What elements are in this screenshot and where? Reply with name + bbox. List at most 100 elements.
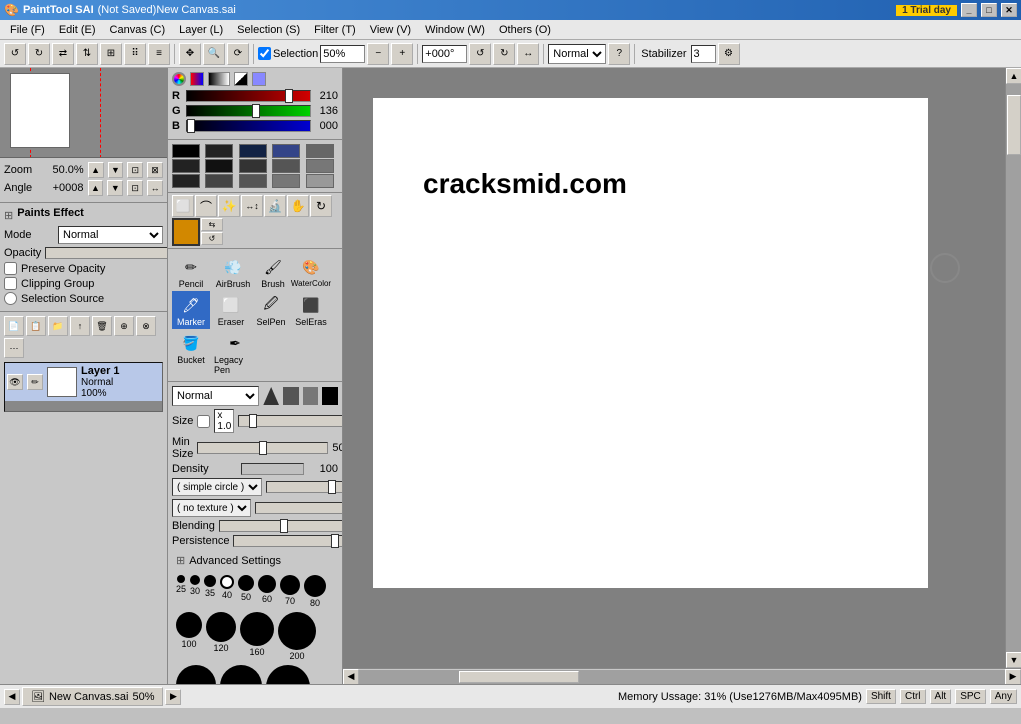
angle-reset-btn[interactable]: ⊡	[127, 180, 143, 196]
rotate-view-btn[interactable]: ↻	[310, 195, 332, 217]
swatch-4[interactable]	[306, 144, 334, 158]
brush-size-350[interactable]: 350	[266, 665, 310, 684]
brush-size-25[interactable]: 25	[176, 575, 186, 608]
menu-others[interactable]: Others (O)	[493, 22, 557, 38]
menu-view[interactable]: View (V)	[364, 22, 417, 38]
selpen-btn[interactable]: 🖉 SelPen	[252, 291, 290, 329]
clipping-group-check[interactable]	[4, 277, 17, 290]
brush-shape-sq[interactable]	[303, 387, 319, 405]
r-slider-track[interactable]	[186, 90, 311, 102]
rot-ccw[interactable]: ↺	[469, 43, 491, 65]
zoom-input[interactable]	[320, 45, 365, 63]
new-folder-btn[interactable]: 📁	[48, 316, 68, 336]
zoom-fit-btn[interactable]: ⊠	[147, 162, 163, 178]
hscroll-thumb[interactable]	[459, 671, 579, 683]
shift-key-btn[interactable]: Shift	[866, 689, 896, 704]
eyedropper-btn[interactable]: 🔬	[264, 195, 286, 217]
lines-btn[interactable]: ≡	[148, 43, 170, 65]
rotate-canvas-btn[interactable]: ⟳	[227, 43, 249, 65]
zoom-in-btn[interactable]: 🔍	[203, 43, 225, 65]
color-rgb-btn[interactable]	[190, 72, 204, 86]
swatch-10[interactable]	[172, 174, 200, 188]
brush-size-70[interactable]: 70	[280, 575, 300, 608]
texture-select[interactable]: ( no texture )	[172, 499, 251, 517]
brush-size-35[interactable]: 35	[204, 575, 216, 608]
menu-canvas[interactable]: Canvas (C)	[104, 22, 172, 38]
brush-size-100[interactable]: 100	[176, 612, 202, 661]
color-grid-btn[interactable]	[208, 72, 230, 86]
swatch-11[interactable]	[205, 174, 233, 188]
vscroll-up-btn[interactable]: ▲	[1006, 68, 1021, 84]
hscroll-right-btn[interactable]: ▶	[1005, 669, 1021, 685]
brush-shape-dark[interactable]	[322, 387, 338, 405]
eraser-btn[interactable]: ⬜ Eraser	[212, 291, 250, 329]
brush-size-60[interactable]: 60	[258, 575, 276, 608]
menu-layer[interactable]: Layer (L)	[173, 22, 229, 38]
watercolor-btn[interactable]: 🎨 WaterColor	[292, 253, 330, 291]
blending-slider[interactable]	[219, 520, 342, 532]
brush-size-300[interactable]: 300	[220, 665, 262, 684]
move-btn[interactable]: ↔↕	[241, 195, 263, 217]
color-wheel-btn[interactable]	[172, 72, 186, 86]
close-btn[interactable]: ✕	[1001, 3, 1017, 17]
swatch-6[interactable]	[205, 159, 233, 173]
swatch-1[interactable]	[205, 144, 233, 158]
menu-window[interactable]: Window (W)	[419, 22, 491, 38]
flip-h-btn[interactable]: ⇄	[52, 43, 74, 65]
stabilizer-input[interactable]	[691, 45, 716, 63]
stabilizer-settings[interactable]: ⚙	[718, 43, 740, 65]
zoom-plus[interactable]: +	[391, 43, 413, 65]
zoom-up-btn[interactable]: ▲	[88, 162, 104, 178]
hand-btn[interactable]: ✋	[287, 195, 309, 217]
selection-checkbox[interactable]	[258, 47, 271, 60]
brush-shape-triangle[interactable]	[263, 387, 279, 405]
texture-slider[interactable]	[255, 502, 342, 514]
legacypen-btn[interactable]: ✒ Legacy Pen	[212, 329, 258, 377]
rotation-input[interactable]	[422, 45, 467, 63]
zoom-reset-btn[interactable]: ⊡	[127, 162, 143, 178]
marker-btn[interactable]: 🖊 Marker	[172, 291, 210, 329]
mode-info[interactable]: ?	[608, 43, 630, 65]
new-layer2-btn[interactable]: 📋	[26, 316, 46, 336]
layer-item[interactable]: 👁 ✏ Layer 1 Normal 100%	[5, 363, 162, 401]
vscroll-track[interactable]	[1006, 84, 1021, 652]
brush-size-80[interactable]: 80	[304, 575, 326, 608]
layer-visibility-btn[interactable]: 👁	[7, 374, 23, 390]
seleras-btn[interactable]: ⬛ SelEras	[292, 291, 330, 329]
bs-mode-select[interactable]: Normal	[172, 386, 259, 406]
bucket-btn[interactable]: 🪣 Bucket	[172, 329, 210, 377]
swap-colors-btn[interactable]: ⇆	[201, 218, 223, 231]
b-slider-track[interactable]	[186, 120, 311, 132]
size-slider[interactable]	[238, 415, 342, 427]
preserve-opacity-check[interactable]	[4, 262, 17, 275]
layer-up-btn[interactable]: ↑	[70, 316, 90, 336]
swatch-3[interactable]	[272, 144, 300, 158]
swatch-0[interactable]	[172, 144, 200, 158]
swatch-13[interactable]	[272, 174, 300, 188]
menu-selection[interactable]: Selection (S)	[231, 22, 306, 38]
brush-btn[interactable]: 🖌 Brush	[256, 253, 290, 291]
pencil-btn[interactable]: ✏ Pencil	[172, 253, 210, 291]
swatch-7[interactable]	[239, 159, 267, 173]
vscroll-down-btn[interactable]: ▼	[1006, 652, 1021, 668]
color-swatch-btn[interactable]	[234, 72, 248, 86]
minimize-btn[interactable]: _	[961, 3, 977, 17]
layer-lock-btn[interactable]: ✏	[27, 374, 43, 390]
airbrush-btn[interactable]: 💨 AirBrush	[212, 253, 254, 291]
zoom-down-btn[interactable]: ▼	[108, 162, 124, 178]
grid-btn[interactable]: ⊞	[100, 43, 122, 65]
rot-cw[interactable]: ↻	[493, 43, 515, 65]
current-color-swatch[interactable]	[172, 218, 200, 246]
brush-size-200[interactable]: 200	[278, 612, 316, 661]
lasso-btn[interactable]: ⌒	[195, 195, 217, 217]
zoom-minus[interactable]: −	[367, 43, 389, 65]
rotate-left-btn[interactable]: ↺	[4, 43, 26, 65]
vscroll-thumb[interactable]	[1007, 95, 1021, 155]
menu-filter[interactable]: Filter (T)	[308, 22, 362, 38]
advanced-settings-btn[interactable]: ⊞ Advanced Settings	[172, 550, 338, 571]
layer-merge2-btn[interactable]: ⊗	[136, 316, 156, 336]
brush-shape-tri2[interactable]	[283, 387, 299, 405]
color-history-btn[interactable]	[252, 72, 266, 86]
angle-down-btn[interactable]: ▼	[107, 180, 123, 196]
flip-v-btn[interactable]: ⇅	[76, 43, 98, 65]
